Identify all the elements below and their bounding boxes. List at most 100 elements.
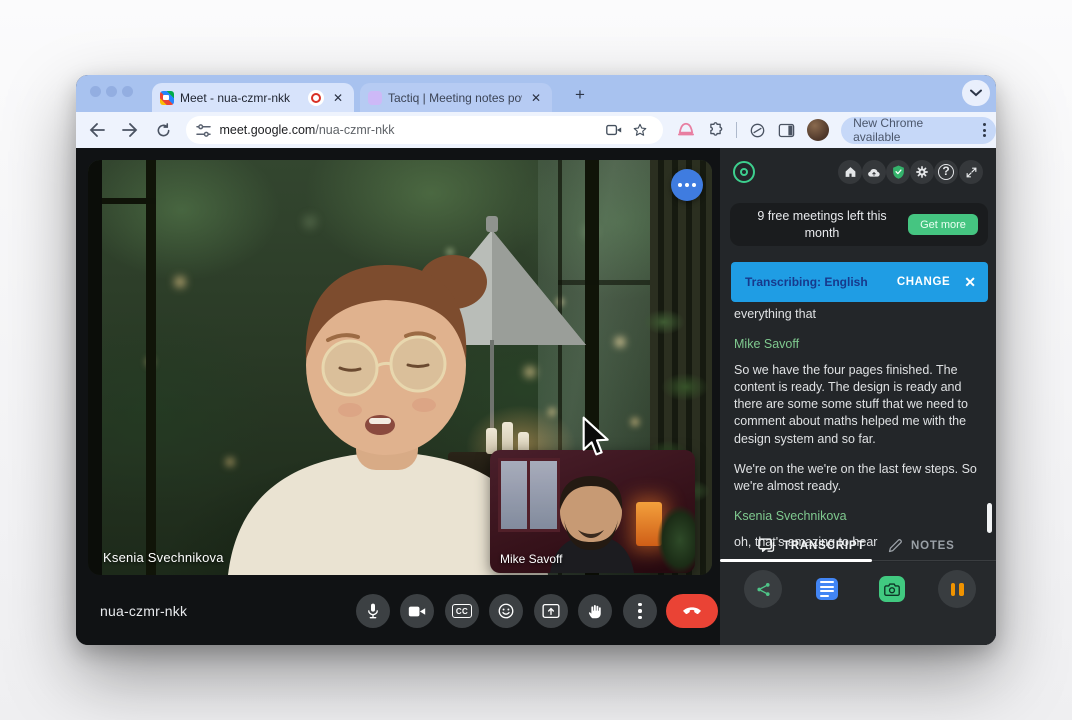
chevron-down-icon [970,89,982,97]
transcript-text: We're on the we're on the last few steps… [734,461,984,496]
back-button[interactable] [84,117,109,143]
home-button[interactable] [838,160,862,184]
tab-tactiq[interactable]: Tactiq | Meeting notes powe ✕ [360,83,552,112]
extensions-row [677,119,829,141]
help-button[interactable]: ? [934,160,958,184]
window-close-button[interactable] [90,86,101,97]
back-icon [89,123,105,137]
get-more-button[interactable]: Get more [908,214,978,235]
meet-app: Ksenia Svechnikova Mike Savoff [76,148,996,645]
meeting-code-label: nua-czmr-nkk [100,603,187,619]
tune-icon [196,124,211,137]
pip-video-tile[interactable]: Mike Savoff [490,450,695,573]
expand-sidebar-button[interactable] [959,160,983,184]
help-icon: ? [938,164,954,180]
kebab-menu-icon[interactable] [979,123,990,137]
present-screen-button[interactable] [534,594,568,628]
tab-close-icon[interactable]: ✕ [330,91,346,105]
banner-close-icon[interactable]: ✕ [964,274,976,291]
sidebar-action-bar [720,562,996,645]
screenshot-button[interactable] [879,576,905,602]
captions-button[interactable]: CC [445,594,479,628]
tab-meet[interactable]: Meet - nua-czmr-nkk ✕ [152,83,354,112]
cloud-backup-button[interactable] [862,160,886,184]
tab-close-icon[interactable]: ✕ [528,91,544,105]
update-chrome-button[interactable]: New Chrome available [841,117,996,144]
meet-main-region: Ksenia Svechnikova Mike Savoff [76,148,720,645]
pause-icon [951,583,964,596]
tab-search-chevron-button[interactable] [962,80,990,106]
profile-avatar[interactable] [807,119,829,141]
share-button[interactable] [744,570,782,608]
end-call-button[interactable] [666,594,718,628]
address-bar[interactable]: meet.google.com/nua-czmr-nkk [186,116,663,144]
update-chrome-label: New Chrome available [853,116,971,144]
side-panel-icon[interactable] [778,123,795,138]
camera-button[interactable] [400,594,434,628]
transcribing-banner: Transcribing: English CHANGE ✕ [731,262,988,302]
tactiq-extension-icon[interactable] [677,122,695,138]
new-tab-button[interactable]: + [568,83,592,107]
raise-hand-button[interactable] [578,594,612,628]
sidebar-scrollbar-thumb[interactable] [987,503,992,533]
url-path: /nua-czmr-nkk [315,123,394,137]
window-zoom-button[interactable] [122,86,133,97]
reload-icon [156,123,171,138]
settings-gear-icon [915,165,929,179]
pause-recording-button[interactable] [938,570,976,608]
screenshot-camera-icon [884,583,900,596]
tab-title: Tactiq | Meeting notes powe [388,91,522,105]
browser-toolbar: meet.google.com/nua-czmr-nkk New Chrome … [76,112,996,148]
main-video-tile[interactable]: Ksenia Svechnikova Mike Savoff [88,160,712,575]
videocam-icon [408,605,426,618]
lens-icon[interactable] [749,122,766,139]
transcribing-label: Transcribing: English [745,275,897,289]
transcript-speaker: Mike Savoff [734,336,984,353]
tab-notes-label: NOTES [911,540,955,552]
cloud-upload-icon [867,167,881,178]
raise-hand-icon [587,602,603,620]
google-meet-icon [160,91,174,105]
settings-button[interactable] [910,160,934,184]
shield-check-icon [892,165,905,179]
kebab-menu-icon [638,603,642,620]
extensions-puzzle-icon[interactable] [707,122,724,139]
url-host: meet.google.com [219,123,315,137]
google-docs-button[interactable] [816,578,838,600]
captions-icon: CC [452,604,471,618]
bookmark-button[interactable] [627,117,653,143]
floating-chat-dots-icon[interactable] [671,169,703,201]
transcript-panel[interactable]: everything that Mike Savoff So we have t… [734,306,984,564]
window-minimize-button[interactable] [106,86,117,97]
change-language-button[interactable]: CHANGE [897,276,950,288]
reactions-button[interactable] [489,594,523,628]
home-icon [844,166,857,178]
transcript-speaker: Ksenia Svechnikova [734,508,984,525]
tab-notes[interactable]: NOTES [888,531,955,560]
recording-indicator-icon [308,90,324,106]
star-icon [632,122,648,138]
more-options-button[interactable] [623,594,657,628]
share-icon [755,581,772,598]
browser-window: Meet - nua-czmr-nkk ✕ Tactiq | Meeting n… [76,75,996,645]
forward-button[interactable] [117,117,142,143]
reload-button[interactable] [151,117,176,143]
resize-expand-icon [965,166,978,179]
tab-title: Meet - nua-czmr-nkk [180,91,302,105]
present-icon [542,603,560,619]
tab-transcript[interactable]: TRANSCRIPT [758,531,865,560]
pencil-icon [888,538,903,553]
smile-icon [497,602,515,620]
mouse-cursor [581,416,613,462]
tab-strip: Meet - nua-czmr-nkk ✕ Tactiq | Meeting n… [76,75,996,112]
microphone-icon [365,602,381,620]
quota-text: 9 free meetings left this month [744,208,908,241]
camera-permission-button[interactable] [601,117,627,143]
toolbar-separator [736,122,737,138]
quota-card: 9 free meetings left this month Get more [730,203,988,246]
transcript-chat-icon [758,538,775,553]
sidebar-tabs: TRANSCRIPT NOTES [720,531,996,561]
sidebar-header: ? [720,158,996,194]
microphone-button[interactable] [356,594,390,628]
privacy-shield-button[interactable] [886,160,910,184]
